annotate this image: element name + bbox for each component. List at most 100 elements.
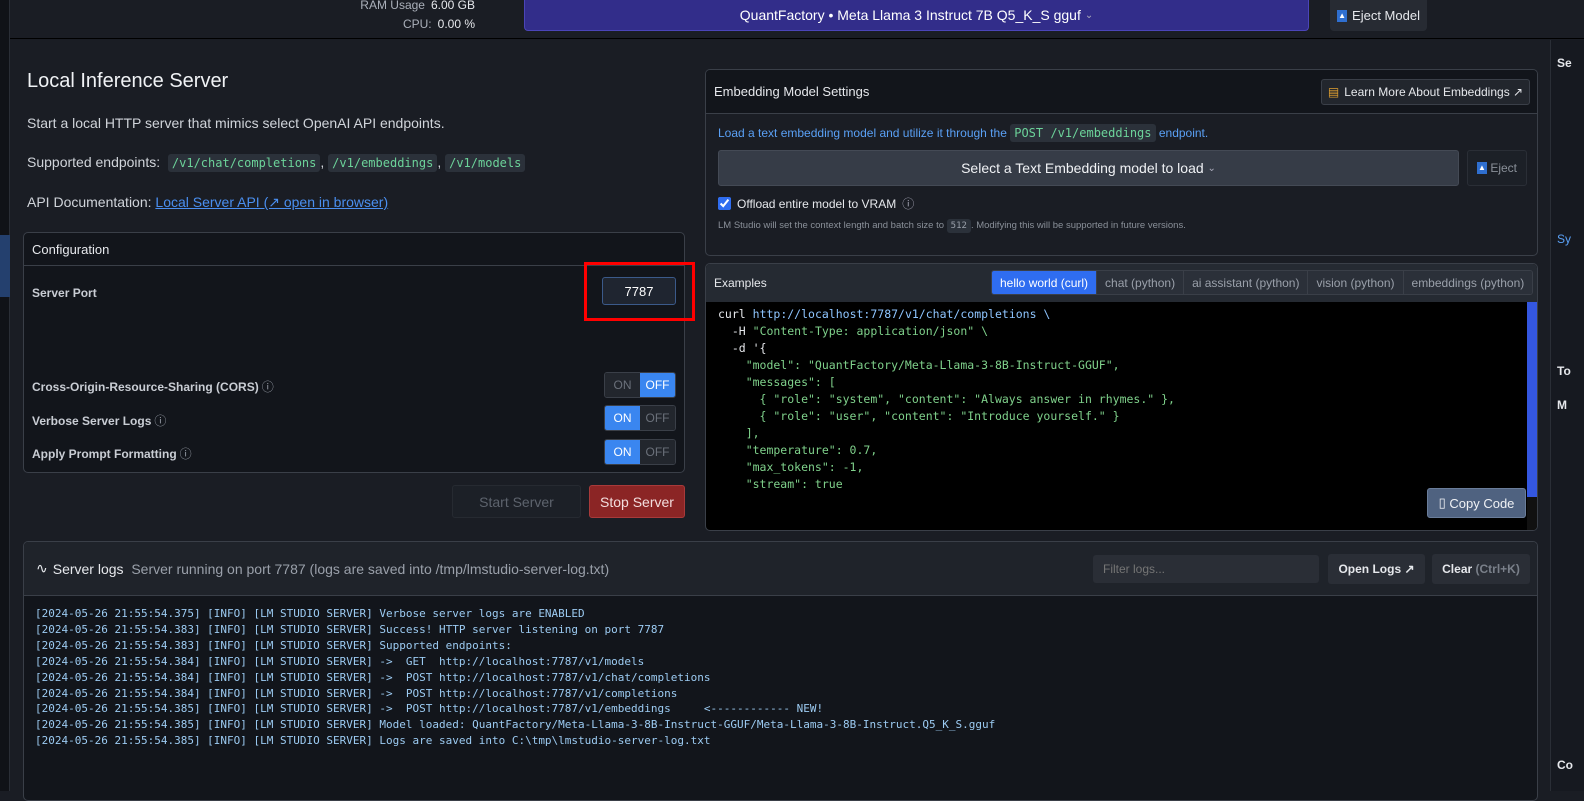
examples-tabs: hello world (curl) chat (python) ai assi… xyxy=(991,270,1534,295)
desc-code: POST /v1/embeddings xyxy=(1010,124,1156,142)
note-code: 512 xyxy=(946,219,971,233)
log-line: [2024-05-26 21:55:54.385] [INFO] [LM STU… xyxy=(35,702,824,716)
prompt-formatting-toggle[interactable]: ON OFF xyxy=(604,439,676,465)
right-panel-label: Co xyxy=(1557,758,1573,772)
right-panel: Se Sy To M Co xyxy=(1550,40,1584,791)
info-icon[interactable]: ⓘ xyxy=(154,414,166,428)
code-line: "messages": [ xyxy=(718,375,836,389)
docs-label: API Documentation: xyxy=(27,194,152,210)
clipboard-icon: ▯ xyxy=(1438,495,1446,510)
right-panel-label: M xyxy=(1557,398,1567,412)
code-line: ], xyxy=(718,426,760,440)
embedding-model-select[interactable]: Select a Text Embedding model to load ⌄ xyxy=(718,150,1459,186)
eject-model-button[interactable]: ▲ Eject Model xyxy=(1330,0,1427,31)
log-output: [2024-05-26 21:55:54.375] [INFO] [LM STU… xyxy=(35,606,995,749)
prompt-text: Apply Prompt Formatting xyxy=(32,447,177,461)
sidebar-active-item[interactable] xyxy=(0,235,10,297)
learn-more-embeddings-button[interactable]: ▤ Learn More About Embeddings ↗ xyxy=(1321,79,1530,105)
log-line: [2024-05-26 21:55:54.384] [INFO] [LM STU… xyxy=(35,686,678,700)
tab-chat-python[interactable]: chat (python) xyxy=(1096,271,1184,294)
code-line: { "role": "user", "content": "Introduce … xyxy=(718,409,1120,423)
code-header: "Content-Type: application/json" \ xyxy=(752,324,989,338)
code-url: http://localhost:7787/v1/chat/completion… xyxy=(752,307,1051,321)
chevron-down-icon: ⌄ xyxy=(1084,9,1094,21)
server-port-label: Server Port xyxy=(32,286,97,300)
cors-toggle[interactable]: ON OFF xyxy=(604,372,676,398)
desc-end: endpoint. xyxy=(1158,126,1209,140)
right-panel-label: Se xyxy=(1557,56,1572,70)
info-icon[interactable]: ⓘ xyxy=(180,447,192,461)
help-icon[interactable]: ⓘ xyxy=(902,195,914,212)
log-line: [2024-05-26 21:55:54.383] [INFO] [LM STU… xyxy=(35,622,665,636)
api-docs: API Documentation: Local Server API (↗ o… xyxy=(27,194,388,211)
code-line: { "role": "system", "content": "Always a… xyxy=(718,392,1175,406)
code-line: -d '{ xyxy=(718,341,767,355)
embedding-settings-panel: Embedding Model Settings ▤ Learn More Abo… xyxy=(705,69,1538,256)
note-text: LM Studio will set the context length an… xyxy=(718,220,945,231)
server-description: Start a local HTTP server that mimics se… xyxy=(27,115,445,131)
code-line: "max_tokens": -1, xyxy=(718,460,864,474)
code-line: "temperature": 0.7, xyxy=(718,443,878,457)
code-line: "stream": true xyxy=(718,477,843,491)
tab-vision-python[interactable]: vision (python) xyxy=(1307,271,1403,294)
learn-more-label: Learn More About Embeddings ↗ xyxy=(1344,85,1524,99)
right-panel-label: To xyxy=(1557,364,1571,378)
cors-label: Cross-Origin-Resource-Sharing (CORS) ⓘ xyxy=(32,378,274,395)
open-logs-button[interactable]: Open Logs ↗ xyxy=(1328,554,1425,584)
verbose-logs-toggle[interactable]: ON OFF xyxy=(604,405,676,431)
ram-label: RAM Usage xyxy=(360,0,425,12)
endpoint-models: /v1/models xyxy=(445,154,526,172)
tab-embeddings-python[interactable]: embeddings (python) xyxy=(1402,271,1533,294)
code-line: -H "Content-Type: application/json" \ xyxy=(718,323,1175,340)
endpoint-chat: /v1/chat/completions xyxy=(167,154,321,172)
toggle-off[interactable]: OFF xyxy=(640,440,675,464)
model-selector[interactable]: QuantFactory • Meta Llama 3 Instruct 7B … xyxy=(524,0,1309,31)
eject-icon: ▲ xyxy=(1476,162,1487,174)
clear-shortcut: (Ctrl+K) xyxy=(1475,562,1520,576)
cpu-value: 0.00 % xyxy=(437,17,475,31)
filter-logs-input[interactable] xyxy=(1093,555,1319,583)
toggle-on[interactable]: ON xyxy=(605,440,640,464)
eject-embedding-button[interactable]: ▲ Eject xyxy=(1467,150,1527,186)
embedding-note: LM Studio will set the context length an… xyxy=(718,219,1186,233)
code-command: curl xyxy=(718,307,746,321)
toggle-off[interactable]: OFF xyxy=(640,373,675,397)
highlight-box xyxy=(584,262,695,321)
eject-label: Eject xyxy=(1490,161,1518,175)
toggle-off[interactable]: OFF xyxy=(640,406,675,430)
embedding-description: Load a text embedding model and utilize … xyxy=(718,124,1209,142)
chevron-down-icon: ⌄ xyxy=(1207,162,1216,174)
tab-hello-world-curl[interactable]: hello world (curl) xyxy=(992,271,1097,294)
clear-logs-button[interactable]: Clear (Ctrl+K) xyxy=(1432,554,1530,584)
copy-code-button[interactable]: ▯ Copy Code xyxy=(1427,488,1526,518)
docs-link[interactable]: Local Server API (↗ open in browser) xyxy=(155,194,388,210)
left-sidebar xyxy=(0,0,10,791)
right-panel-label: Sy xyxy=(1557,232,1572,246)
code-line: curl http://localhost:7787/v1/chat/compl… xyxy=(718,306,1175,323)
scrollbar-thumb[interactable] xyxy=(1527,302,1537,497)
code-block: curl http://localhost:7787/v1/chat/compl… xyxy=(718,306,1175,493)
copy-label: Copy Code xyxy=(1449,495,1515,511)
page-title: Local Inference Server xyxy=(27,70,229,92)
tab-ai-assistant-python[interactable]: ai assistant (python) xyxy=(1183,271,1308,294)
examples-title: Examples xyxy=(714,276,767,290)
start-server-button[interactable]: Start Server xyxy=(452,485,581,518)
supported-endpoints: Supported endpoints: /v1/chat/completion… xyxy=(27,154,526,172)
logs-status: Server running on port 7787 (logs are sa… xyxy=(131,560,610,577)
log-line: [2024-05-26 21:55:54.383] [INFO] [LM STU… xyxy=(35,638,512,652)
offload-vram-option: Offload entire model to VRAM ⓘ xyxy=(718,195,914,212)
cors-text: Cross-Origin-Resource-Sharing (CORS) xyxy=(32,380,259,394)
log-line: [2024-05-26 21:55:54.385] [INFO] [LM STU… xyxy=(35,734,711,748)
model-name: QuantFactory • Meta Llama 3 Instruct 7B … xyxy=(739,7,1081,23)
examples-panel: Examples hello world (curl) chat (python… xyxy=(705,263,1538,531)
configuration-title: Configuration xyxy=(32,241,110,257)
log-line: [2024-05-26 21:55:54.375] [INFO] [LM STU… xyxy=(35,607,585,620)
offload-vram-checkbox[interactable] xyxy=(718,197,731,210)
toggle-on[interactable]: ON xyxy=(605,406,640,430)
info-icon[interactable]: ⓘ xyxy=(262,380,274,394)
logs-title: Server logs xyxy=(52,560,124,577)
stop-server-button[interactable]: Stop Server xyxy=(589,485,685,518)
code-scrollbar[interactable] xyxy=(1527,302,1537,530)
code-line: "model": "QuantFactory/Meta-Llama-3-8B-I… xyxy=(718,358,1120,372)
toggle-on[interactable]: ON xyxy=(605,373,640,397)
